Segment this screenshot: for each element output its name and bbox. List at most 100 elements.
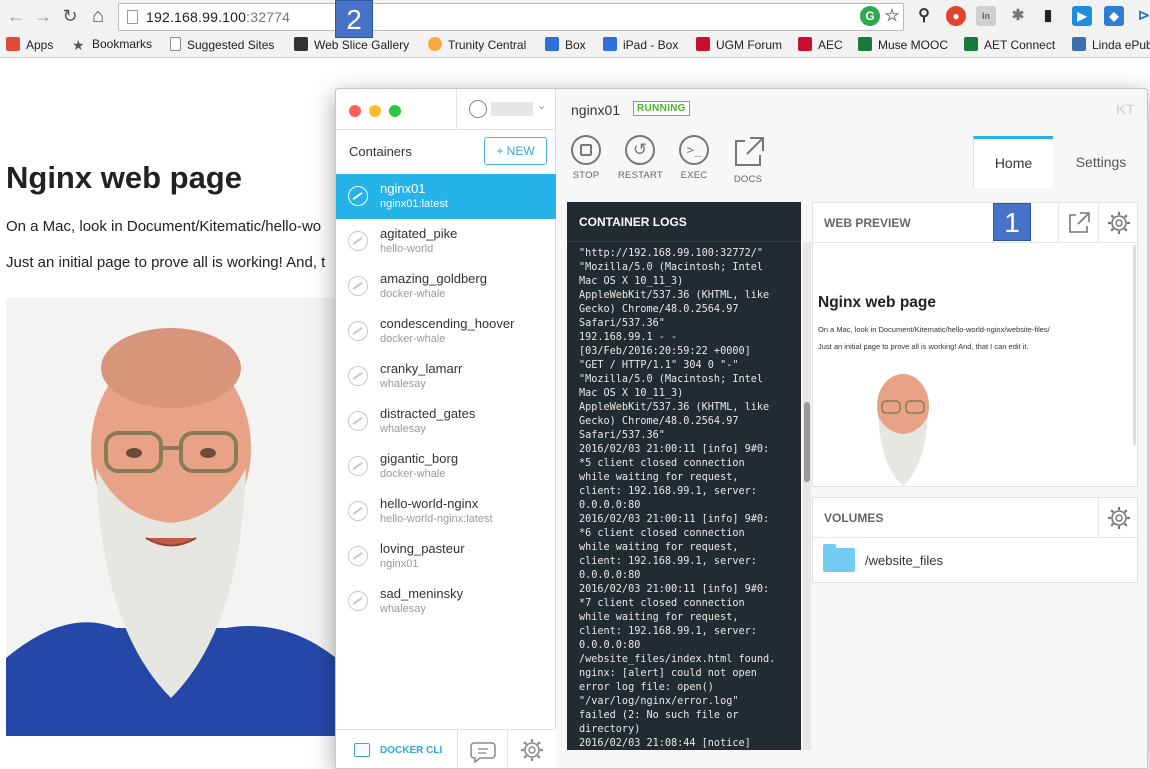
container-status-icon bbox=[348, 411, 368, 431]
volume-item[interactable]: /website_files bbox=[813, 538, 1137, 584]
kitematic-window: ⌄ Containers + NEW nginx01 nginx01:lates… bbox=[335, 88, 1148, 769]
reload-icon[interactable]: ↻ bbox=[60, 6, 80, 26]
container-item[interactable]: gigantic_borg docker-whale bbox=[336, 444, 556, 489]
container-item[interactable]: loving_pasteur nginx01 bbox=[336, 534, 556, 579]
container-detail: nginx01 RUNNING KT STOP ↺ RESTART >_ EXE… bbox=[556, 89, 1147, 768]
box-icon bbox=[545, 37, 559, 51]
web-preview-card: WEB PREVIEW 1 Nginx web page On a Mac, l… bbox=[812, 202, 1138, 487]
minimize-window-button[interactable] bbox=[369, 105, 381, 117]
bookmark-item[interactable]: UGM Forum bbox=[696, 37, 782, 52]
zoom-video-icon[interactable]: ▶ bbox=[1072, 6, 1092, 26]
logs-scrollbar[interactable] bbox=[803, 242, 811, 750]
cloud-extension-icon[interactable]: ◆ bbox=[1104, 6, 1124, 26]
bookmark-item[interactable]: Linda ePub bbox=[1072, 37, 1150, 52]
container-item[interactable]: amazing_goldberg docker-whale bbox=[336, 264, 556, 309]
volumes-header: VOLUMES bbox=[813, 498, 1137, 538]
restart-icon: ↺ bbox=[625, 135, 655, 165]
bookmark-label: UGM Forum bbox=[716, 38, 782, 52]
aet-icon bbox=[964, 37, 978, 51]
log-line: failed (2: No such file or bbox=[579, 710, 739, 721]
home-icon[interactable]: ⌂ bbox=[88, 6, 108, 26]
restart-button[interactable]: ↺ RESTART bbox=[618, 135, 663, 181]
forward-icon[interactable]: → bbox=[33, 6, 53, 26]
close-window-button[interactable] bbox=[349, 105, 361, 117]
docs-button[interactable]: DOCS bbox=[726, 135, 770, 185]
docker-cli-label: DOCKER CLI bbox=[380, 745, 443, 756]
address-bar[interactable]: 192.168.99.100:32774 bbox=[118, 3, 904, 31]
container-item[interactable]: sad_meninsky whalesay bbox=[336, 579, 556, 624]
open-in-browser-button[interactable] bbox=[1058, 203, 1098, 243]
bookmark-item[interactable]: iPad - Box bbox=[603, 37, 678, 52]
container-name: agitated_pike bbox=[380, 226, 458, 241]
stop-label: STOP bbox=[572, 170, 600, 181]
bookmark-label: Web Slice Gallery bbox=[314, 38, 410, 52]
bookmark-item[interactable]: Box bbox=[545, 37, 586, 52]
account-menu[interactable]: ⌄ bbox=[456, 89, 556, 129]
log-line: *6 client closed connection bbox=[579, 528, 745, 539]
container-name: loving_pasteur bbox=[380, 541, 465, 556]
log-line: while waiting for request, bbox=[579, 612, 739, 623]
bookmark-label: Bookmarks bbox=[92, 37, 153, 51]
new-container-button[interactable]: + NEW bbox=[484, 137, 547, 165]
bookmark-item[interactable]: Apps bbox=[6, 37, 53, 52]
zoom-window-button[interactable] bbox=[389, 105, 401, 117]
container-item[interactable]: hello-world-nginx hello-world-nginx:late… bbox=[336, 489, 556, 534]
feedback-button[interactable] bbox=[458, 730, 508, 768]
container-item[interactable]: cranky_lamarr whalesay bbox=[336, 354, 556, 399]
container-name: cranky_lamarr bbox=[380, 361, 463, 376]
log-line: "Mozilla/5.0 (Macintosh; Intel bbox=[579, 374, 764, 385]
url-text[interactable]: 192.168.99.100:32774 bbox=[146, 9, 290, 25]
container-item[interactable]: distracted_gates whalesay bbox=[336, 399, 556, 444]
stop-button[interactable]: STOP bbox=[564, 135, 608, 181]
docs-label: DOCS bbox=[733, 174, 763, 185]
bookmark-label: iPad - Box bbox=[623, 38, 679, 52]
bookmark-item[interactable]: Suggested Sites bbox=[170, 37, 274, 52]
grammar-extension-icon[interactable]: G bbox=[860, 6, 880, 26]
linkedin-icon[interactable]: In bbox=[976, 6, 996, 26]
cast-icon[interactable]: ⊳ bbox=[1134, 6, 1150, 26]
container-item[interactable]: agitated_pike hello-world bbox=[336, 219, 556, 264]
container-name: nginx01 bbox=[380, 181, 426, 196]
preview-scrollbar[interactable] bbox=[1133, 245, 1136, 445]
preferences-button[interactable] bbox=[508, 730, 556, 768]
container-item[interactable]: condescending_hoover docker-whale bbox=[336, 309, 556, 354]
docker-cli-button[interactable]: DOCKER CLI bbox=[336, 730, 458, 768]
log-line: Gecko) Chrome/48.0.2564.97 bbox=[579, 416, 739, 427]
container-image: hello-world-nginx:latest bbox=[380, 513, 493, 525]
back-icon[interactable]: ← bbox=[6, 6, 26, 26]
bookmark-item[interactable]: AEC bbox=[798, 37, 843, 52]
bug-icon[interactable]: ✱ bbox=[1008, 6, 1028, 26]
bookmark-label: Apps bbox=[26, 38, 54, 52]
container-image: hello-world bbox=[380, 243, 434, 255]
bookmark-item[interactable]: AET Connect bbox=[964, 37, 1055, 52]
container-status-icon bbox=[348, 321, 368, 341]
log-line: directory) bbox=[579, 724, 641, 735]
exec-button[interactable]: >_ EXEC bbox=[672, 135, 716, 181]
pocket-icon[interactable]: ● bbox=[946, 6, 966, 26]
bookmark-item[interactable]: Web Slice Gallery bbox=[294, 37, 409, 52]
bookmark-item[interactable]: Muse MOOC bbox=[858, 37, 948, 52]
logs-scrollbar-thumb[interactable] bbox=[804, 402, 810, 482]
volumes-settings-button[interactable] bbox=[1098, 498, 1138, 538]
stop-icon bbox=[571, 135, 601, 165]
tab-home[interactable]: Home bbox=[973, 136, 1053, 188]
external-link-icon bbox=[1069, 212, 1090, 233]
star-icon[interactable]: ☆ bbox=[882, 6, 902, 26]
web-preview-frame[interactable]: Nginx web page On a Mac, look in Documen… bbox=[813, 243, 1137, 486]
container-logs-body[interactable]: 199"http://192.168.99.100:32772/""Mozill… bbox=[579, 242, 784, 750]
phone-icon[interactable]: ▮ bbox=[1038, 6, 1058, 26]
web-preview-settings-button[interactable] bbox=[1098, 203, 1138, 243]
bookmark-label: Linda ePub bbox=[1092, 38, 1150, 52]
tab-settings[interactable]: Settings bbox=[1053, 136, 1147, 188]
bookmark-item[interactable]: Trunity Central bbox=[428, 37, 526, 52]
container-status-icon bbox=[348, 501, 368, 521]
container-item-nginx01[interactable]: nginx01 nginx01:latest bbox=[336, 174, 556, 219]
restart-label: RESTART bbox=[618, 170, 663, 181]
zoom-extension-icon[interactable]: ⚲ bbox=[914, 6, 934, 26]
log-line: while waiting for request, bbox=[579, 472, 739, 483]
log-line: /website_files/index.html found. bbox=[579, 654, 776, 665]
log-line: error log file: open() bbox=[579, 682, 714, 693]
log-line: *7 client closed connection bbox=[579, 598, 745, 609]
sun-icon bbox=[1072, 37, 1086, 51]
bookmark-item[interactable]: ★ Bookmarks bbox=[72, 37, 152, 52]
